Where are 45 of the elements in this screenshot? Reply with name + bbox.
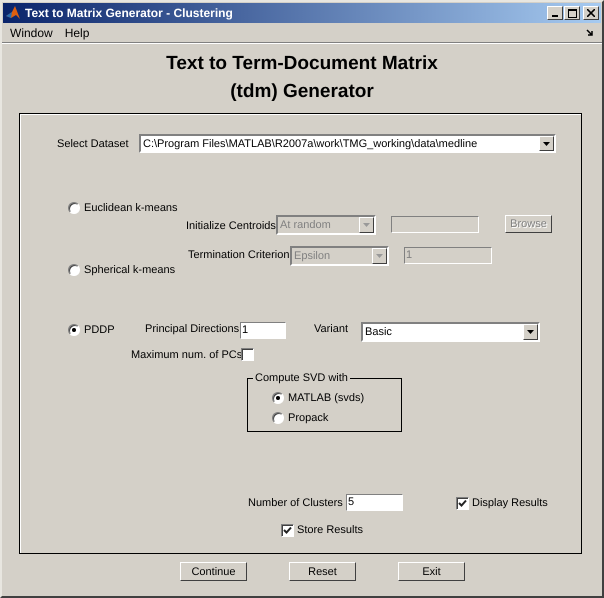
radio-button[interactable]: [68, 264, 80, 276]
dropdown-arrow-icon: [363, 223, 370, 227]
maximize-button[interactable]: [564, 6, 580, 20]
radio-button[interactable]: [272, 392, 284, 404]
principal-directions-label: Principal Directions: [145, 322, 240, 336]
method-label: Euclidean k-means: [84, 201, 178, 215]
clusters-field[interactable]: 5: [346, 494, 403, 511]
dataset-dropdown[interactable]: C:\Program Files\MATLAB\R2007a\work\TMG_working\data\medline: [139, 134, 556, 153]
checkbox[interactable]: [241, 348, 254, 361]
action-button[interactable]: Exit: [398, 562, 465, 581]
minimize-button[interactable]: [547, 6, 563, 20]
menu-item[interactable]: Window: [6, 26, 57, 40]
dataset-label: Select Dataset: [57, 137, 129, 151]
menu-item[interactable]: Help: [60, 26, 94, 40]
checkbox[interactable]: [456, 497, 469, 510]
dropdown-arrow-icon: [527, 330, 534, 334]
heading-line: (tdm) Generator: [230, 80, 374, 104]
radio-button[interactable]: [272, 412, 284, 424]
method-label: Spherical k-means: [84, 263, 176, 277]
dock-arrow-icon[interactable]: [586, 29, 594, 37]
dropdown-arrow-icon: [376, 254, 383, 258]
app-logo-icon: [5, 5, 21, 21]
window-title: Text to Matrix Generator - Clustering: [25, 6, 234, 20]
close-icon: [587, 9, 595, 17]
svd-option-label: Propack: [288, 411, 328, 425]
clusters-label: Number of Clusters: [248, 496, 343, 510]
dropdown-arrow-icon: [543, 142, 550, 146]
store-results-label: Store Results: [297, 523, 364, 537]
checkbox[interactable]: [281, 524, 294, 537]
variant-label: Variant: [314, 322, 348, 336]
action-button[interactable]: Continue: [180, 562, 247, 581]
heading-line: Text to Term-Document Matrix: [166, 52, 438, 76]
principal-directions-field[interactable]: 1: [240, 322, 286, 339]
close-button[interactable]: [583, 6, 599, 20]
svd-group-legend: Compute SVD with: [253, 371, 350, 385]
radio-button[interactable]: [68, 324, 80, 336]
radio-button[interactable]: [68, 202, 80, 214]
maximize-icon: [568, 8, 576, 18]
svd-option-label: MATLAB (svds): [288, 391, 364, 405]
display-results-label: Display Results: [472, 496, 548, 510]
action-button[interactable]: Reset: [289, 562, 356, 581]
method-label: PDDP: [84, 323, 115, 337]
variant-dropdown[interactable]: Basic: [361, 322, 540, 342]
initialize-label: Initialize Centroids: [186, 219, 276, 233]
termination-label: Termination Criterion: [188, 248, 290, 262]
